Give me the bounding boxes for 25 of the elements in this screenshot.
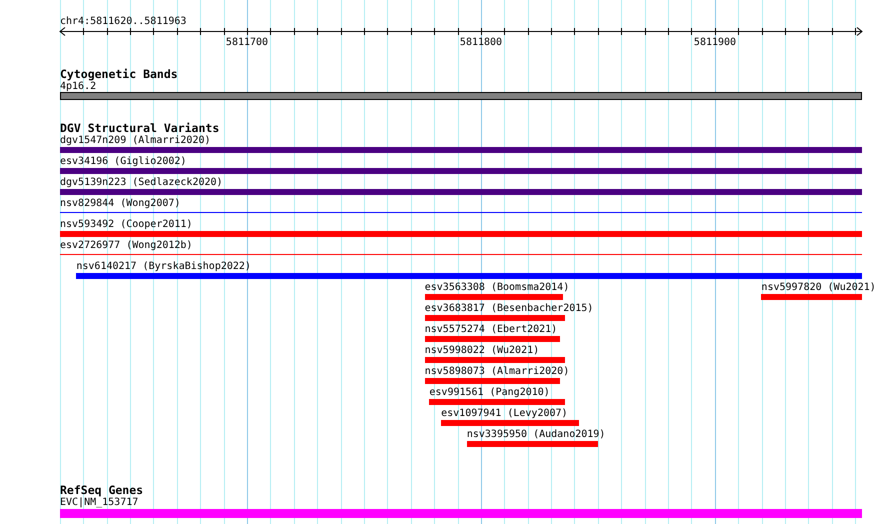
feature-label: esv991561 (Pang2010) xyxy=(429,387,550,398)
feature-label: nsv6140217 (ByrskaBishop2022) xyxy=(76,261,251,272)
feature-label: nsv5898073 (Almarri2020) xyxy=(424,366,570,377)
feature-label: nsv829844 (Wong2007) xyxy=(60,198,180,209)
feature-label: nsv5997820 (Wu2021) xyxy=(761,282,876,293)
feature-label: esv1097941 (Levy2007) xyxy=(441,408,568,419)
feature-label: nsv593492 (Cooper2011) xyxy=(60,219,192,230)
feature-label: dgv1547n209 (Almarri2020) xyxy=(60,135,211,146)
feature-label: nsv3395950 (Audano2019) xyxy=(466,429,606,440)
feature-label: esv3683817 (Besenbacher2015) xyxy=(424,303,594,314)
ruler-tick-label: 5811900 xyxy=(694,37,736,48)
track-title: Cytogenetic Bands xyxy=(60,68,179,80)
track-title: RefSeq Genes xyxy=(60,484,144,496)
track-title: DGV Structural Variants xyxy=(60,122,220,134)
feature-label: esv34196 (Giglio2002) xyxy=(60,156,186,167)
ruler-tick-label: 5811700 xyxy=(226,37,268,48)
feature-label: dgv5139n223 (Sedlazeck2020) xyxy=(60,177,223,188)
feature-label: nsv5998022 (Wu2021) xyxy=(424,345,540,356)
ruler-position-label: chr4:5811620..5811963 xyxy=(60,16,186,27)
ruler-tick-label: 5811800 xyxy=(460,37,502,48)
feature-label: esv3563308 (Boomsma2014) xyxy=(424,282,570,293)
feature-label: 4p16.2 xyxy=(60,81,96,92)
feature-label: EVC|NM_153717 xyxy=(60,497,138,508)
feature-label: nsv5575274 (Ebert2021) xyxy=(424,324,558,335)
feature-label: esv2726977 (Wong2012b) xyxy=(60,240,192,251)
